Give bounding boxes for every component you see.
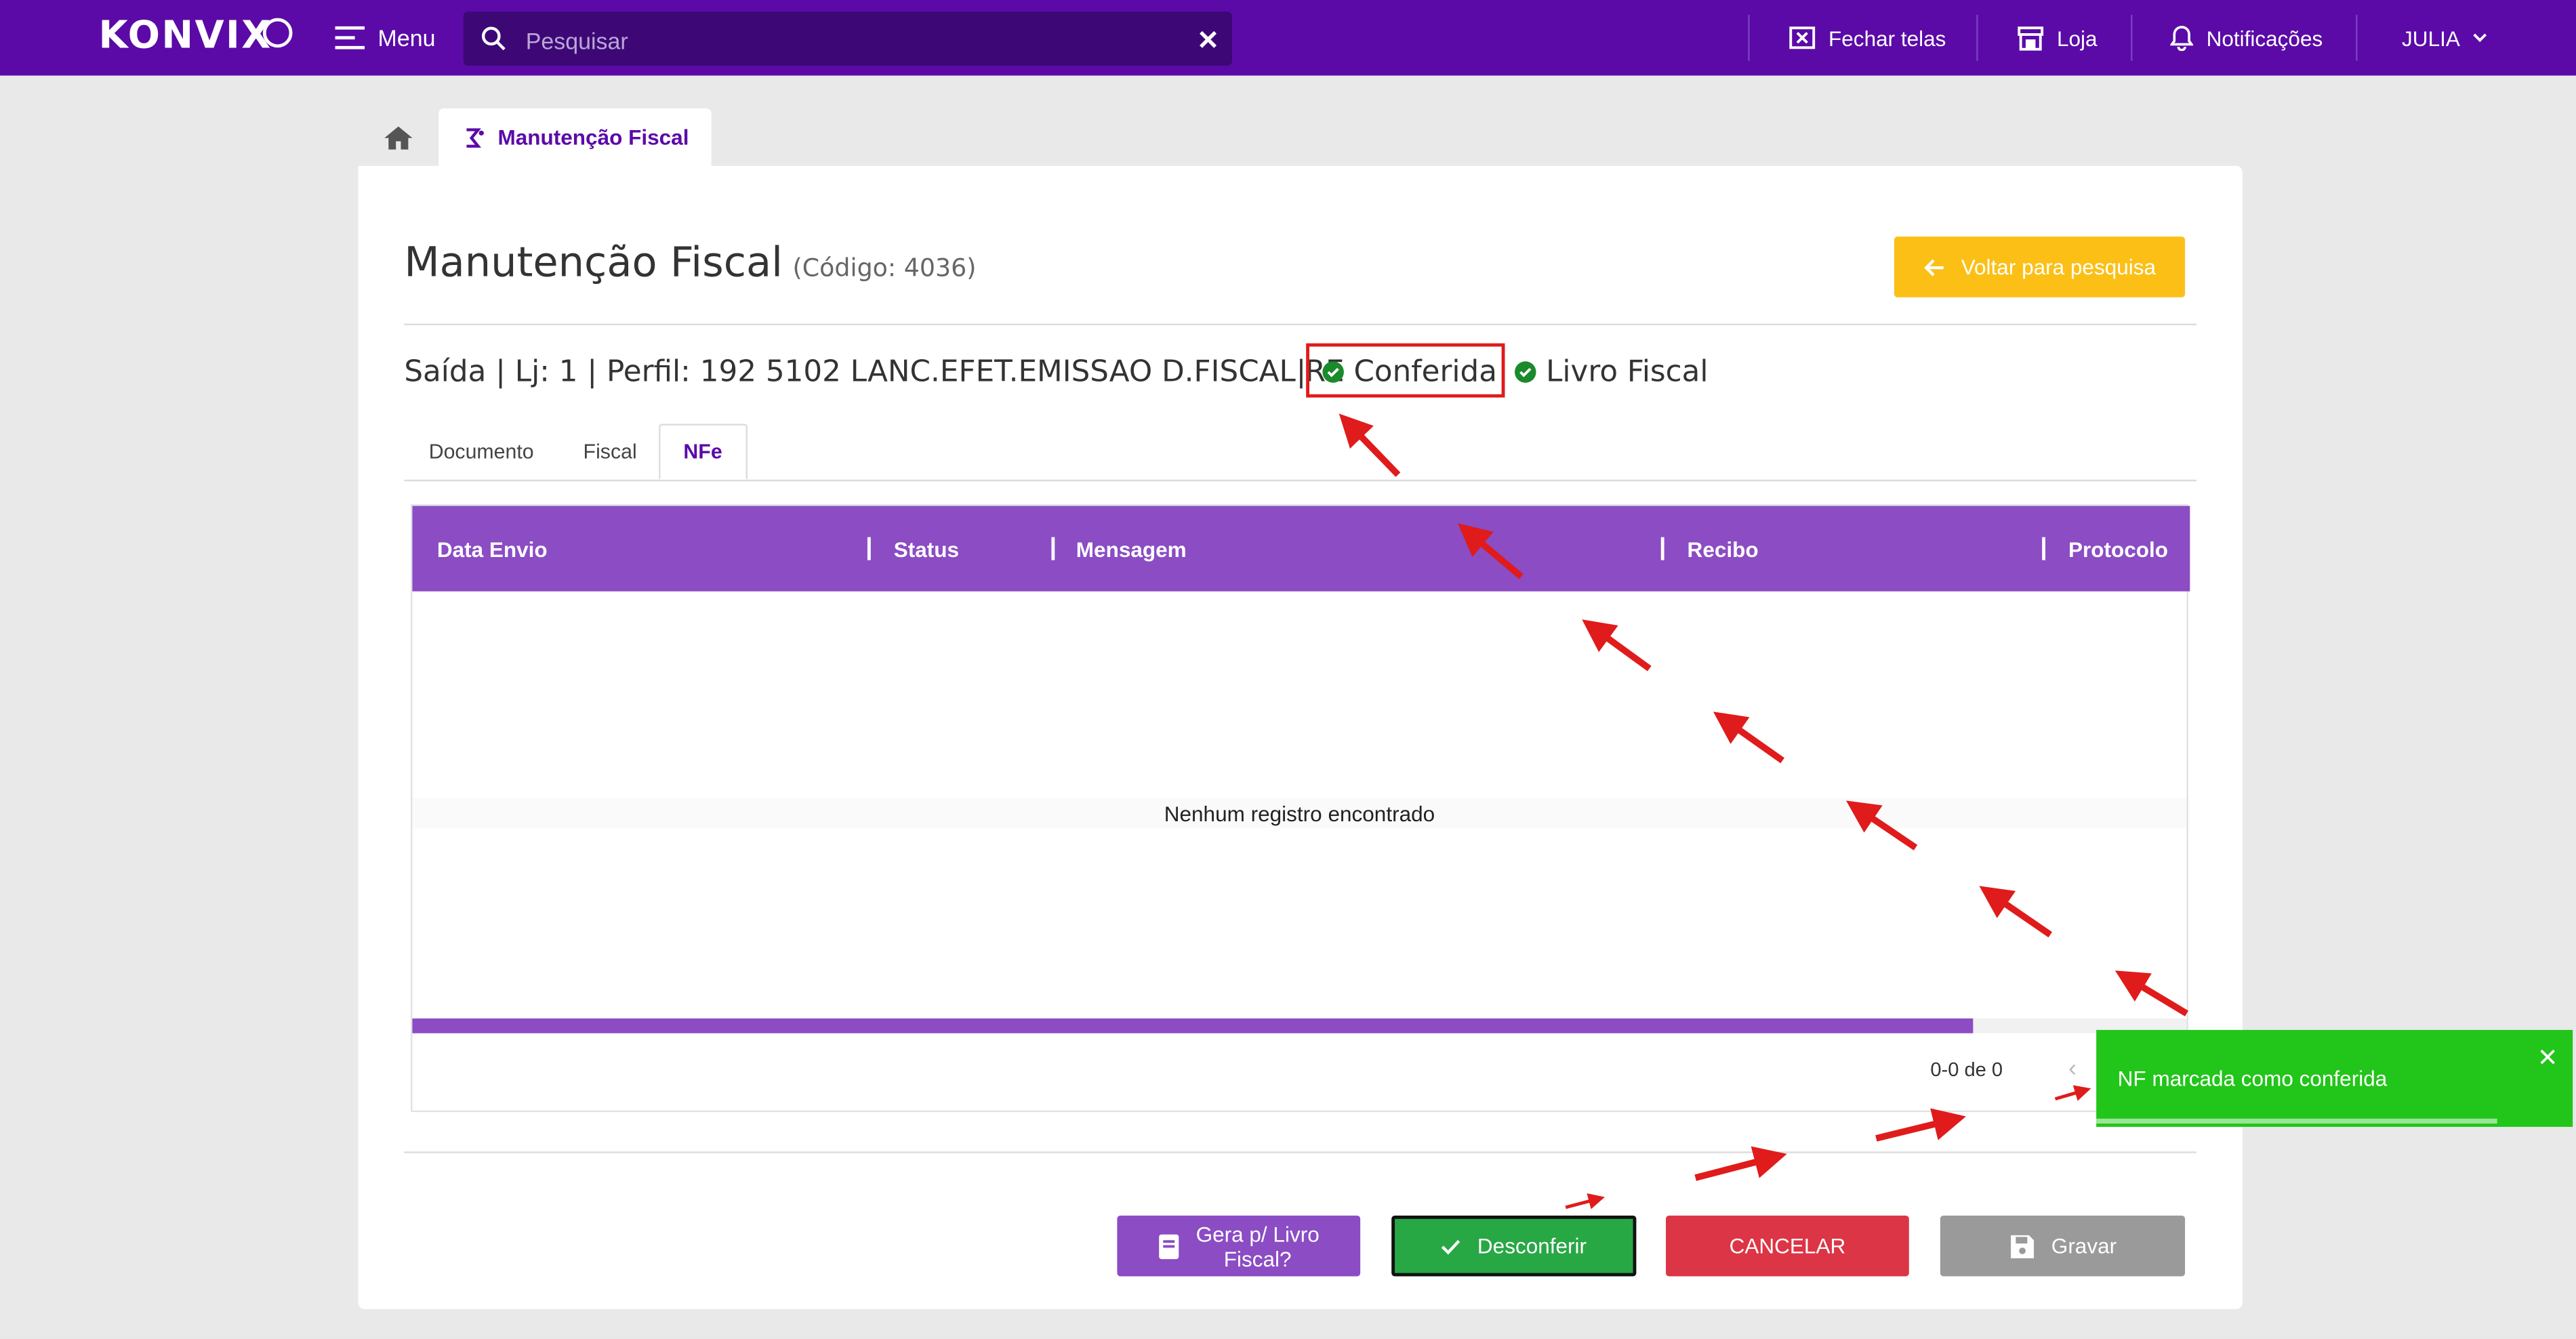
unconfirm-label: Desconferir <box>1477 1233 1587 1258</box>
column-mensagem[interactable]: Mensagem <box>1076 506 1187 592</box>
column-data-envio[interactable]: Data Envio <box>437 506 548 592</box>
generate-book-line2: Fiscal? <box>1223 1245 1292 1271</box>
menu-label: Menu <box>377 24 436 52</box>
column-separator[interactable] <box>1051 537 1055 560</box>
status-book-badge: Livro Fiscal <box>1515 355 1709 390</box>
floppy-disk-icon <box>2010 1234 2034 1258</box>
bell-icon <box>2170 26 2194 52</box>
horizontal-scrollbar[interactable] <box>412 1018 2187 1033</box>
save-label: Gravar <box>2051 1233 2117 1258</box>
topbar-divider <box>1976 14 1978 61</box>
column-separator[interactable] <box>1660 537 1664 560</box>
tab-fiscal[interactable]: Fiscal <box>584 424 637 479</box>
close-window-icon <box>1789 26 1816 49</box>
save-button[interactable]: Gravar <box>1940 1215 2186 1277</box>
cancel-button[interactable]: CANCELAR <box>1666 1215 1909 1277</box>
fiscal-icon <box>466 127 484 147</box>
success-toast: NF marcada como conferida ✕ <box>2096 1029 2573 1127</box>
search-input[interactable] <box>522 11 1187 69</box>
notifications-label: Notificações <box>2206 25 2323 50</box>
user-name: JULIA <box>2402 25 2460 50</box>
search-box: ✕ <box>463 11 1233 69</box>
column-separator[interactable] <box>2042 537 2046 560</box>
main-card: Manutenção Fiscal (Código: 4036) Voltar p… <box>358 165 2243 1310</box>
scrollbar-thumb[interactable] <box>412 1018 1974 1033</box>
info-separator: | <box>1296 354 1307 390</box>
user-menu[interactable]: JULIA <box>2402 0 2488 76</box>
top-bar: KONVIX Menu ✕ Fechar telas Loja Notifica… <box>0 0 2576 76</box>
pager-prev-icon[interactable]: ‹ <box>2068 1054 2077 1082</box>
grid-header: Data Envio Status Mensagem Recibo Protoc… <box>412 506 2190 592</box>
empty-message: Nenhum registro encontrado <box>412 798 2187 828</box>
close-toast-icon[interactable]: ✕ <box>2537 1043 2558 1073</box>
tab-label: Manutenção Fiscal <box>497 125 689 150</box>
tab-nfe[interactable]: NFe <box>659 424 748 480</box>
chevron-down-icon <box>2474 33 2488 43</box>
cancel-label: CANCELAR <box>1729 1233 1846 1258</box>
back-to-search-button[interactable]: Voltar para pesquisa <box>1894 236 2186 297</box>
divider <box>404 1151 2197 1153</box>
store-button[interactable]: Loja <box>2018 0 2098 76</box>
book-icon <box>1159 1233 1179 1258</box>
annotation-highlight-box <box>1306 343 1505 398</box>
check-icon <box>1442 1239 1460 1254</box>
document-info: Saída | Lj: 1 | Perfil: 192 5102 LANC.EF… <box>404 354 1345 390</box>
menu-button[interactable]: Menu <box>335 22 436 54</box>
column-status[interactable]: Status <box>894 506 959 592</box>
tab-fiscal-maintenance[interactable]: Manutenção Fiscal <box>438 108 712 166</box>
store-icon <box>2018 26 2044 50</box>
page-title-text: Manutenção Fiscal <box>404 238 783 286</box>
divider <box>404 323 2197 325</box>
hamburger-icon <box>335 26 365 49</box>
subtabs: Documento Fiscal NFe <box>404 424 2197 482</box>
unconfirm-button[interactable]: Desconferir <box>1391 1215 1637 1277</box>
toast-message: NF marcada como conferida <box>2117 1066 2388 1091</box>
close-screens-label: Fechar telas <box>1828 25 1946 50</box>
clear-search-icon[interactable]: ✕ <box>1197 24 1219 57</box>
generate-book-label: Gera p/ Livro Fiscal? <box>1196 1221 1320 1271</box>
topbar-divider <box>2131 14 2133 61</box>
search-icon <box>481 26 506 51</box>
status-book-label: Livro Fiscal <box>1546 354 1709 390</box>
back-button-label: Voltar para pesquisa <box>1961 254 2156 280</box>
konvix-logo[interactable]: KONVIX <box>98 15 272 58</box>
close-screens-button[interactable]: Fechar telas <box>1789 0 1946 76</box>
notifications-button[interactable]: Notificações <box>2170 0 2323 76</box>
logo-mark-icon <box>262 18 293 48</box>
page-title: Manutenção Fiscal (Código: 4036) <box>404 238 976 285</box>
check-circle-icon <box>1515 361 1536 383</box>
generate-book-line1: Gera p/ Livro <box>1195 1221 1320 1246</box>
toast-progress-bar <box>2096 1118 2497 1124</box>
store-label: Loja <box>2056 25 2098 50</box>
page-code: (Código: 4036) <box>792 253 977 283</box>
home-icon <box>384 125 413 149</box>
nfe-grid: Data Envio Status Mensagem Recibo Protoc… <box>411 504 2190 1113</box>
topbar-divider <box>2356 14 2358 61</box>
column-separator[interactable] <box>867 537 871 560</box>
column-protocolo[interactable]: Protocolo <box>2068 506 2168 592</box>
topbar-divider <box>1748 14 1750 61</box>
tab-documento[interactable]: Documento <box>429 424 534 479</box>
column-recibo[interactable]: Recibo <box>1688 506 1759 592</box>
home-tab[interactable] <box>358 108 438 166</box>
arrow-left-icon <box>1923 258 1944 276</box>
pager-text: 0-0 de 0 <box>1930 1058 2003 1082</box>
generate-book-button[interactable]: Gera p/ Livro Fiscal? <box>1117 1215 1361 1277</box>
